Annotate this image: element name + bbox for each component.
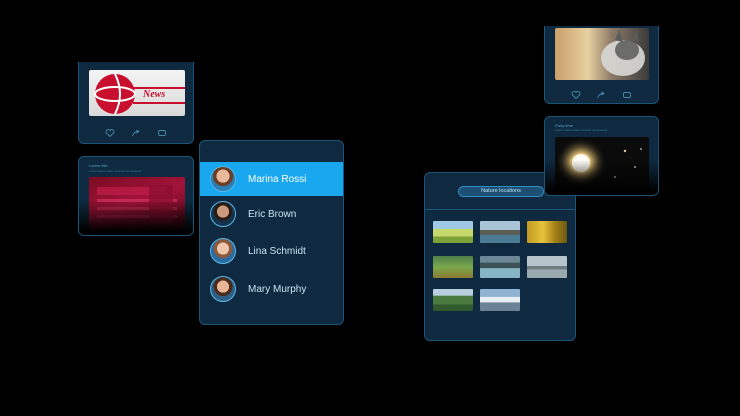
photo-thumbnail[interactable] [433,289,473,311]
contact-item-active[interactable]: Marina Rossi [200,162,343,196]
contact-item[interactable]: Mary Murphy [200,272,343,306]
machine-post-card[interactable]: Lorem title Lorem ipsum dolor sit amet c… [78,156,194,236]
nature-gallery-panel: Nature locations [424,172,576,341]
photo-thumbnail[interactable] [480,289,520,311]
post-subtitle: Lorem ipsum dolor sit amet consectetur [555,128,608,132]
avatar [210,201,236,227]
news-globe-graphic [94,73,185,115]
photo-thumbnail[interactable] [433,221,473,243]
avatar [210,238,236,264]
news-actions [79,126,193,140]
search-input[interactable]: Nature locations [458,186,544,197]
news-thumbnail[interactable]: News [89,70,185,116]
cat-graphic [601,30,645,76]
disco-ball-graphic [555,137,642,189]
photo-thumbnail[interactable] [480,256,520,278]
cat-post-card[interactable] [544,26,659,104]
machine-thumbnail[interactable] [89,177,185,235]
post-subtitle: Lorem ipsum dolor sit amet consectetur [89,169,142,173]
contact-name: Marina Rossi [248,173,307,185]
news-thumb-text: News [143,89,166,100]
contact-name: Lina Schmidt [248,245,306,257]
machine-graphic [97,185,177,225]
disco-thumbnail[interactable] [555,137,649,195]
photo-thumbnail[interactable] [527,256,567,278]
share-icon[interactable] [596,90,606,100]
comment-icon[interactable] [622,90,632,100]
contact-name: Mary Murphy [248,283,307,295]
contact-item[interactable]: Lina Schmidt [200,234,343,268]
contact-name: Eric Brown [248,208,297,220]
cat-actions [545,88,658,102]
stage: News Lorem title Lorem ipsum dolor sit a… [0,0,740,416]
heart-icon[interactable] [571,90,581,100]
news-post-card[interactable]: News [78,62,194,144]
avatar [210,166,236,192]
photo-thumbnail[interactable] [527,221,567,243]
share-icon[interactable] [131,128,141,138]
heart-icon[interactable] [105,128,115,138]
divider [425,209,575,210]
photo-thumbnail[interactable] [480,221,520,243]
post-title: Lorem title [89,163,108,168]
avatar [210,276,236,302]
contact-item[interactable]: Eric Brown [200,197,343,231]
comment-icon[interactable] [157,128,167,138]
photo-thumbnail[interactable] [433,256,473,278]
party-post-card[interactable]: Party time Lorem ipsum dolor sit amet co… [544,116,659,196]
cat-thumbnail[interactable] [555,28,649,80]
